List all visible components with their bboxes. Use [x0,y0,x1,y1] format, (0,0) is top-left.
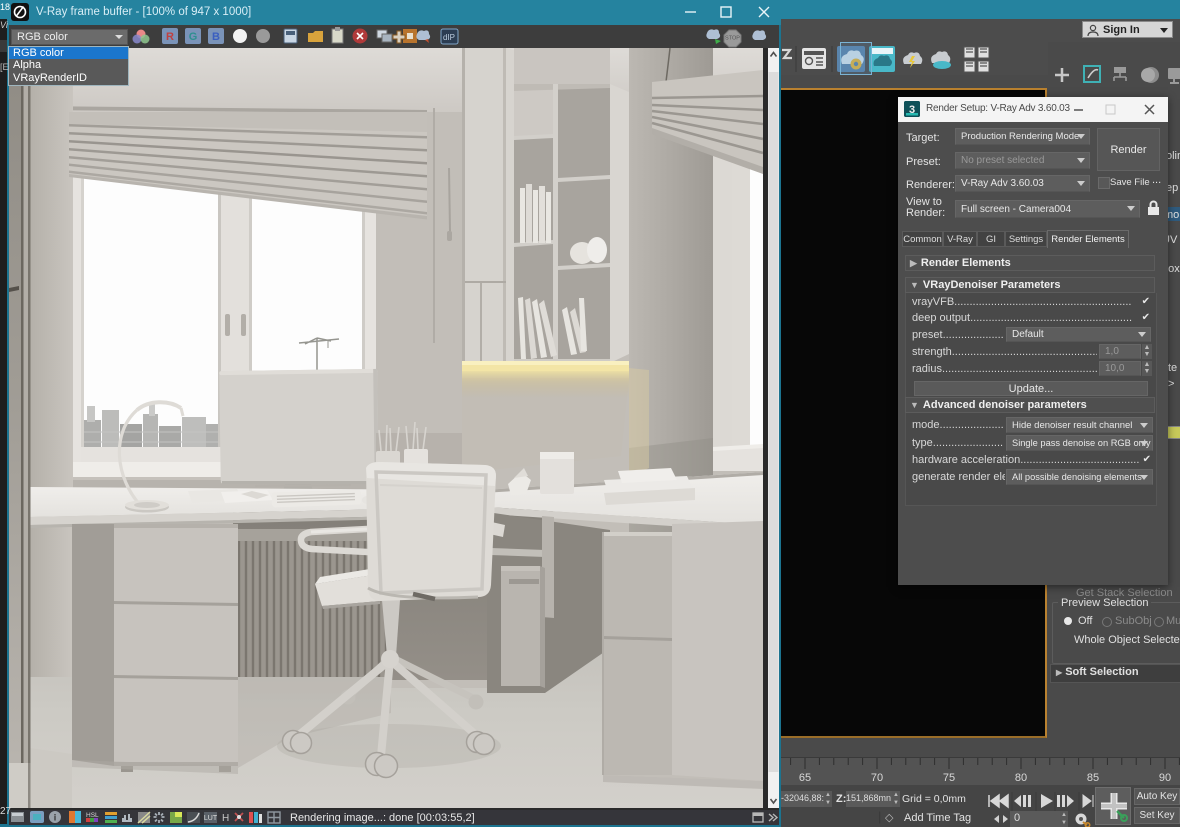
svg-text:H: H [222,813,229,824]
svg-text:G: G [189,31,198,43]
svg-text:i: i [54,813,57,823]
svg-text:90: 90 [1159,772,1171,784]
svg-text:70: 70 [871,772,883,784]
svg-text:R: R [166,31,174,43]
svg-text:85: 85 [1087,772,1099,784]
svg-text:80: 80 [1015,772,1027,784]
svg-text:Rendering image...: done [00:0: Rendering image...: done [00:03:55,2] [290,812,475,824]
svg-text:65: 65 [799,772,811,784]
svg-text:HSL: HSL [86,812,99,819]
svg-text:dIP: dIP [443,33,455,42]
svg-text:B: B [212,31,220,43]
svg-text:LUT: LUT [204,815,218,822]
svg-text:75: 75 [943,772,955,784]
svg-text:STOP: STOP [725,36,740,42]
